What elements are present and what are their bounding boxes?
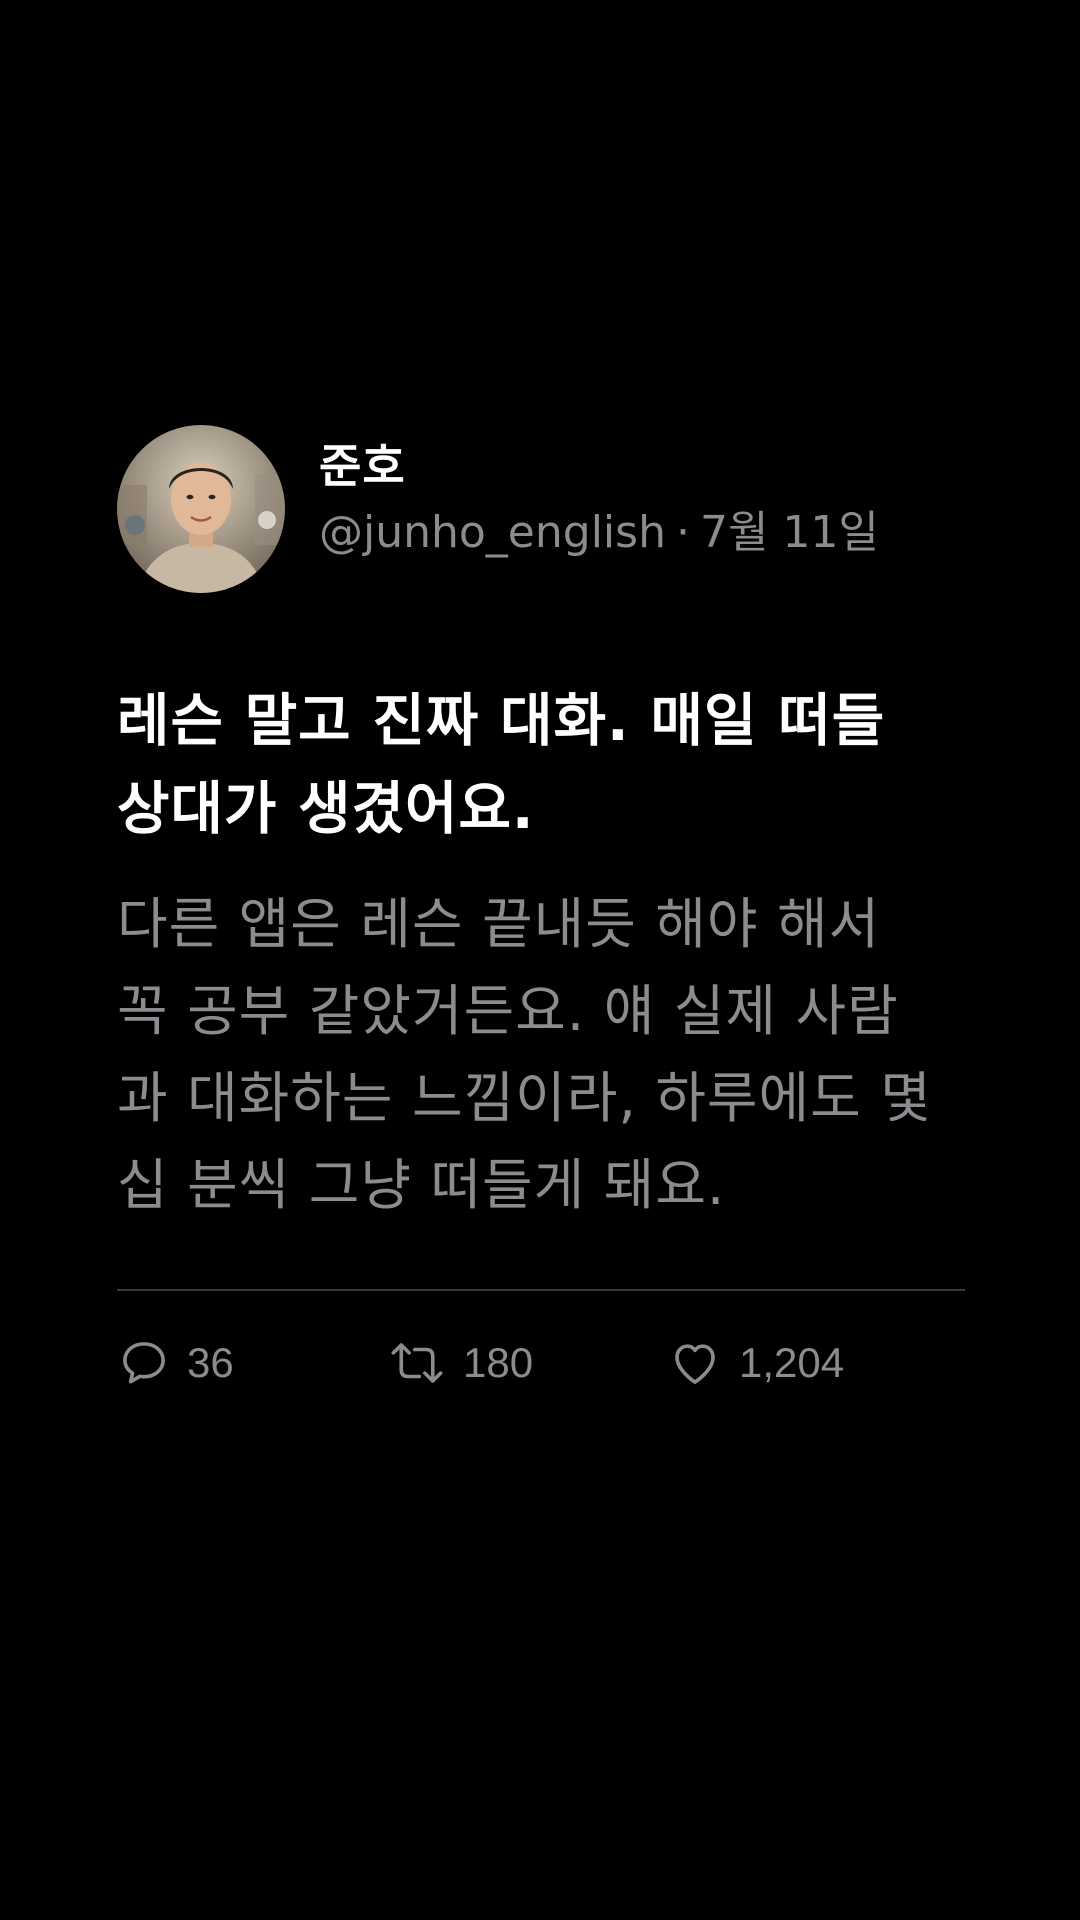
heart-icon xyxy=(667,1336,723,1390)
reply-button[interactable]: 36 xyxy=(117,1336,387,1390)
tweet-body: 다른 앱은 레슨 끝내듯 해야 해서 꼭 공부 같았거든요. 얘 실제 사람과 … xyxy=(117,892,932,1217)
meta-separator: · xyxy=(675,507,690,558)
avatar-image xyxy=(117,425,285,593)
tweet-card: 준호 @junho_english · 7월 11일 레슨 말고 진짜 대화. 매일… xyxy=(117,425,965,1393)
like-count: 1,204 xyxy=(739,1339,845,1386)
divider xyxy=(117,1289,965,1291)
author-meta-line: @junho_english · 7월 11일 xyxy=(319,506,879,560)
author-meta: 준호 @junho_english · 7월 11일 xyxy=(319,438,879,560)
like-button[interactable]: 1,204 xyxy=(667,1336,844,1390)
tweet-headline: 레슨 말고 진짜 대화. 매일 떠들 상대가 생겼어요. xyxy=(117,688,886,842)
reply-icon xyxy=(117,1336,171,1390)
reply-count: 36 xyxy=(187,1339,234,1386)
author-handle[interactable]: @junho_english xyxy=(319,507,666,558)
tweet-author: 준호 @junho_english · 7월 11일 xyxy=(117,425,965,593)
retweet-button[interactable]: 180 xyxy=(387,1336,667,1390)
tweet-date[interactable]: 7월 11일 xyxy=(700,507,879,558)
author-display-name[interactable]: 준호 xyxy=(319,438,879,494)
retweet-icon xyxy=(387,1336,447,1390)
avatar[interactable] xyxy=(117,425,285,593)
retweet-count: 180 xyxy=(463,1339,534,1386)
tweet-actions: 36 180 1,204 xyxy=(117,1333,965,1393)
